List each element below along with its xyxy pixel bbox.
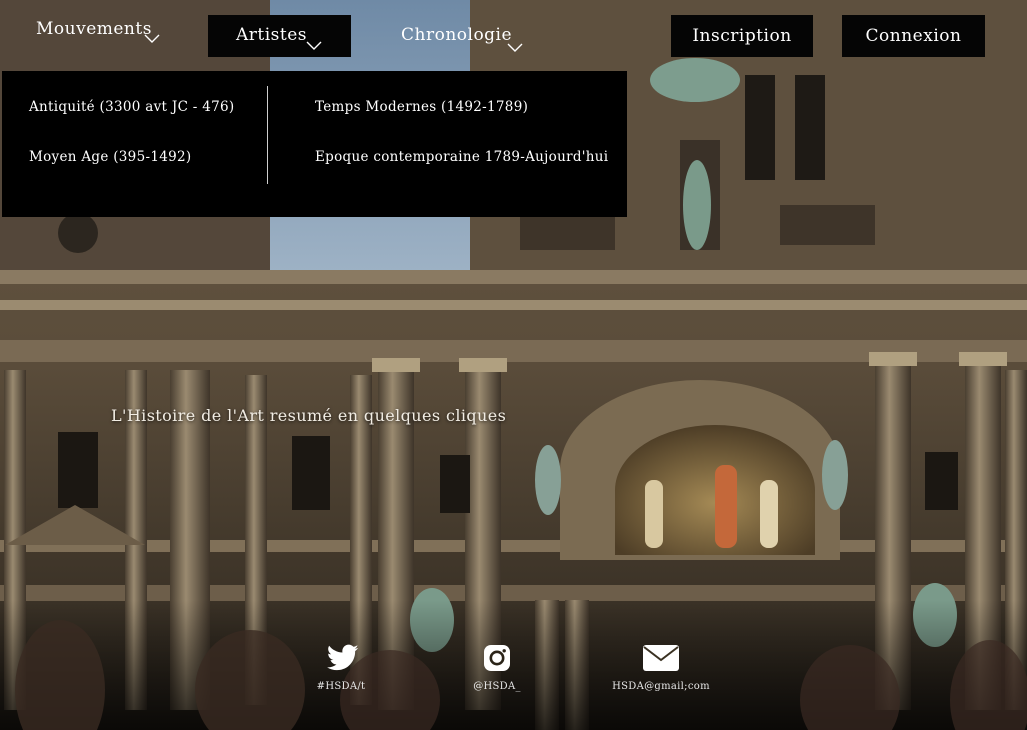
instagram-link[interactable]: @HSDA_: [437, 643, 557, 692]
chevron-down-icon: [507, 43, 523, 53]
menu-item-epoque-contemporaine[interactable]: Epoque contemporaine 1789-Aujourd'hui: [315, 149, 608, 165]
menu-item-antiquite[interactable]: Antiquité (3300 avt JC - 476): [29, 99, 234, 115]
connexion-button[interactable]: Connexion: [842, 15, 985, 57]
nav-chronologie-label: Chronologie: [401, 25, 513, 45]
chronologie-dropdown-menu: Antiquité (3300 avt JC - 476) Moyen Age …: [2, 71, 627, 217]
envelope-icon: [643, 643, 679, 673]
twitter-link[interactable]: #HSDA/t: [283, 643, 403, 692]
page: Mouvements Artistes Chronologie Inscript…: [0, 0, 1027, 730]
nav-artistes[interactable]: Artistes: [208, 15, 351, 57]
dropdown-divider: [267, 86, 268, 184]
connexion-label: Connexion: [865, 26, 962, 46]
instagram-handle: @HSDA_: [473, 681, 521, 692]
twitter-handle: #HSDA/t: [316, 681, 366, 692]
nav-chronologie[interactable]: Chronologie: [392, 15, 542, 57]
inscription-label: Inscription: [692, 26, 792, 46]
chevron-down-icon: [306, 41, 322, 51]
instagram-icon: [483, 643, 511, 673]
email-address: HSDA@gmail;com: [612, 681, 710, 692]
twitter-icon: [327, 643, 359, 673]
menu-item-temps-modernes[interactable]: Temps Modernes (1492-1789): [315, 99, 528, 115]
nav-artistes-label: Artistes: [236, 25, 308, 45]
chevron-down-icon: [144, 34, 160, 44]
nav-mouvements-label: Mouvements: [36, 19, 152, 39]
email-link[interactable]: HSDA@gmail;com: [601, 643, 721, 692]
nav-mouvements[interactable]: Mouvements: [28, 14, 168, 50]
menu-item-moyen-age[interactable]: Moyen Age (395-1492): [29, 149, 191, 165]
hero-tagline: L'Histoire de l'Art resumé en quelques c…: [111, 406, 507, 425]
inscription-button[interactable]: Inscription: [671, 15, 813, 57]
